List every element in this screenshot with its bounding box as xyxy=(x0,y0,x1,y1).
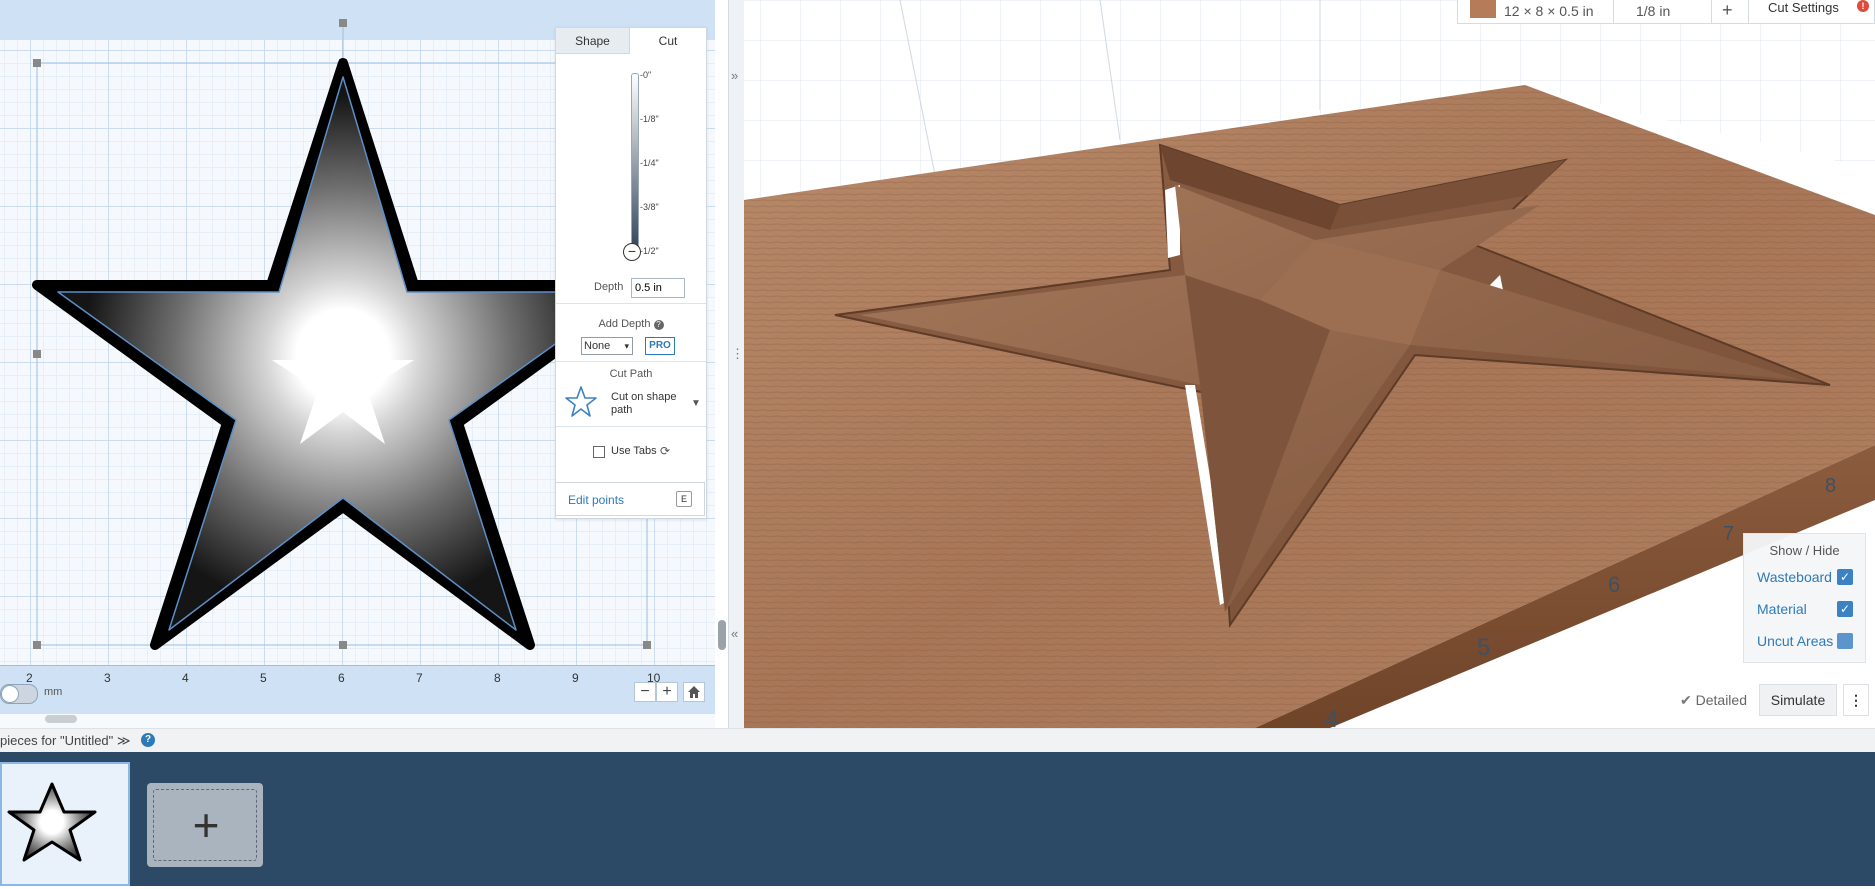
rotate-handle xyxy=(339,19,347,27)
edit-points-button[interactable]: Edit points E xyxy=(555,482,705,516)
depth-label: Depth xyxy=(594,281,624,293)
depth-scale-label: -3/8" xyxy=(640,202,659,212)
star-thumbnail-icon xyxy=(2,782,128,864)
ruler-tick: 8 xyxy=(494,671,501,685)
divider xyxy=(556,303,706,304)
ruler-tick: 5 xyxy=(260,671,267,685)
toolbar-separator xyxy=(1613,0,1614,24)
ruler-tick: 2 xyxy=(26,671,33,685)
material-checkbox[interactable]: ✓ xyxy=(1837,601,1853,617)
pieces-tray xyxy=(0,752,1875,886)
tab-shape[interactable]: Shape xyxy=(556,28,630,54)
add-piece-button[interactable]: + xyxy=(147,783,263,867)
edit-points-label: Edit points xyxy=(568,493,625,507)
board-axis-label: 4 xyxy=(1325,706,1338,728)
piece-thumbnail[interactable] xyxy=(0,762,130,886)
uncut-areas-checkbox[interactable] xyxy=(1837,633,1853,649)
depth-input[interactable] xyxy=(631,278,685,298)
shortcut-key: E xyxy=(676,491,692,507)
collapse-left-icon[interactable]: « xyxy=(731,626,738,641)
home-icon xyxy=(688,686,700,698)
unit-label: mm xyxy=(44,686,63,698)
toolbar-separator xyxy=(1711,0,1712,24)
use-tabs-label: Use Tabs xyxy=(611,445,657,457)
board-axis-label: 8 xyxy=(1825,475,1836,497)
check-icon: ✔ xyxy=(1680,692,1692,708)
depth-scale-label: -1/8" xyxy=(640,114,659,124)
add-piece-dropzone: + xyxy=(153,789,257,861)
chevron-down-icon: ▾ xyxy=(624,341,629,351)
caret-down-icon[interactable]: ▼ xyxy=(691,398,701,409)
add-depth-label: Add Depth ? xyxy=(556,318,706,330)
star-outline-icon xyxy=(565,386,597,417)
plus-icon: + xyxy=(192,799,220,851)
show-hide-panel: Show / Hide Wasteboard ✓ Material ✓ Uncu… xyxy=(1743,533,1866,663)
add-bit-button[interactable]: + xyxy=(1722,0,1733,21)
pieces-bar: pieces for "Untitled" ≫ ? xyxy=(0,728,1875,753)
wasteboard-checkbox[interactable]: ✓ xyxy=(1837,569,1853,585)
material-swatch[interactable] xyxy=(1470,0,1496,18)
more-options-button[interactable]: ⋮ xyxy=(1843,684,1869,716)
refresh-icon[interactable]: ⟳ xyxy=(660,444,670,458)
ruler: 2 3 4 5 6 7 8 9 10 xyxy=(0,665,715,714)
add-depth-select-value: None xyxy=(584,340,611,352)
material-toolbar: 12 × 8 × 0.5 in 1/8 in + Cut Settings ! xyxy=(1457,0,1875,24)
add-depth-text: Add Depth xyxy=(598,318,651,330)
depth-slider-handle[interactable]: − xyxy=(623,243,641,261)
preview-scene: 8 7 6 5 4 xyxy=(744,0,1875,728)
uncut-areas-label[interactable]: Uncut Areas xyxy=(1757,633,1833,649)
detailed-label: Detailed xyxy=(1695,692,1747,708)
board-axis-label: 5 xyxy=(1477,634,1490,661)
ruler-tick: 7 xyxy=(416,671,423,685)
ruler-tick: 6 xyxy=(338,671,345,685)
board-axis-label: 7 xyxy=(1723,523,1734,545)
cut-path-value[interactable]: Cut on shape path xyxy=(611,391,686,417)
detailed-option[interactable]: ✔ Detailed xyxy=(1680,692,1747,709)
divider xyxy=(556,426,706,427)
pro-badge[interactable]: PRO xyxy=(645,337,675,355)
depth-slider-track[interactable] xyxy=(631,73,639,255)
collapse-right-icon[interactable]: » xyxy=(731,68,738,83)
pieces-label[interactable]: pieces for "Untitled" ≫ xyxy=(0,733,131,749)
cut-settings-button[interactable]: Cut Settings xyxy=(1768,0,1839,15)
home-view-button[interactable] xyxy=(683,682,705,702)
material-dimensions[interactable]: 12 × 8 × 0.5 in xyxy=(1504,3,1594,19)
vertical-scrollbar[interactable] xyxy=(718,620,726,650)
ruler-tick: 9 xyxy=(572,671,579,685)
unit-toggle[interactable] xyxy=(0,684,38,704)
toggle-knob xyxy=(1,685,19,703)
depth-scale-label: -1/2" xyxy=(640,246,659,256)
simulate-button[interactable]: Simulate xyxy=(1759,684,1837,716)
3d-preview[interactable]: 8 7 6 5 4 xyxy=(744,0,1875,728)
ruler-tick: 4 xyxy=(182,671,189,685)
ruler-tick: 3 xyxy=(104,671,111,685)
board-axis-label: 6 xyxy=(1608,572,1620,597)
zoom-in-button[interactable]: + xyxy=(656,682,678,702)
zoom-out-button[interactable]: − xyxy=(634,682,656,702)
wasteboard-label[interactable]: Wasteboard xyxy=(1757,569,1832,585)
depth-scale-label: -0" xyxy=(640,70,652,80)
warning-icon: ! xyxy=(1857,0,1869,12)
bit-size[interactable]: 1/8 in xyxy=(1636,3,1670,19)
add-depth-select[interactable]: None ▾ xyxy=(581,337,633,355)
horizontal-scrollbar[interactable] xyxy=(45,715,77,723)
depth-scale-label: -1/4" xyxy=(640,158,659,168)
show-hide-title: Show / Hide xyxy=(1769,543,1840,558)
use-tabs-checkbox[interactable] xyxy=(593,446,605,458)
help-icon[interactable]: ? xyxy=(653,320,664,330)
drag-handle-icon[interactable]: ⋮ xyxy=(731,346,744,362)
cut-path-label: Cut Path xyxy=(609,368,653,380)
tab-cut[interactable]: Cut xyxy=(631,28,705,54)
inspector-panel: Shape Cut − -0" -1/8" -1/4" -3/8" -1/2" … xyxy=(555,27,707,519)
material-label[interactable]: Material xyxy=(1757,601,1807,617)
toolbar-separator xyxy=(1748,0,1749,24)
help-icon[interactable]: ? xyxy=(141,733,155,747)
divider xyxy=(556,361,706,362)
